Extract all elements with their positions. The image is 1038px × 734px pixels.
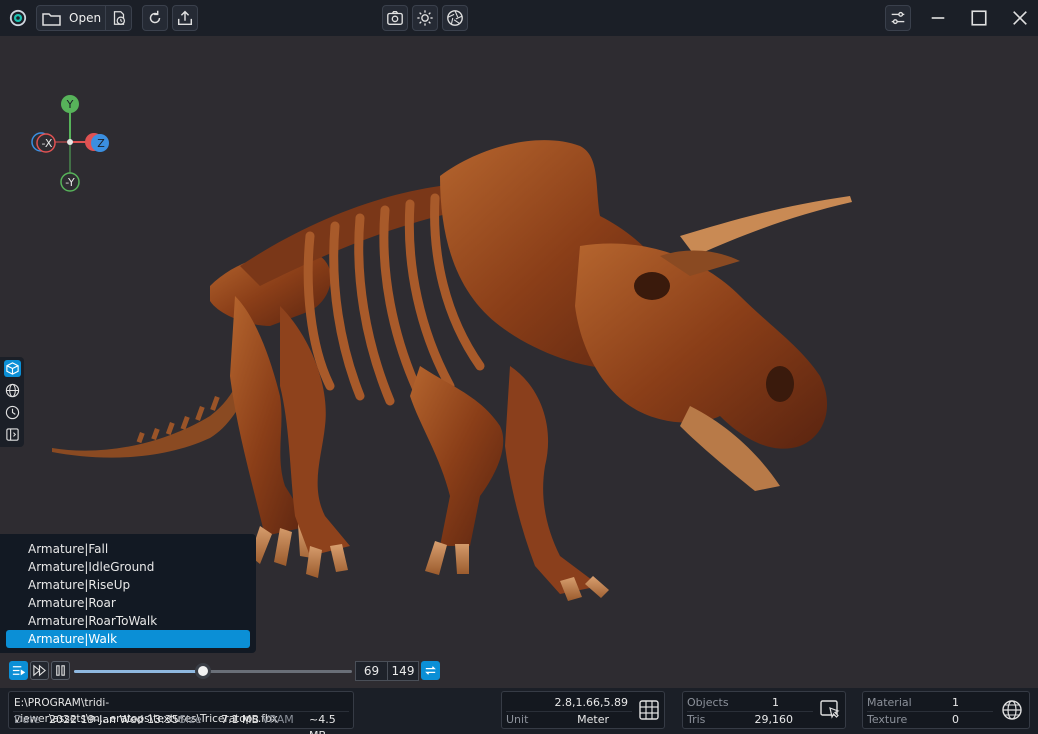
animation-item-idleground[interactable]: Armature|IdleGround — [6, 558, 250, 576]
pause-button[interactable] — [51, 661, 70, 680]
clock-button[interactable] — [4, 404, 21, 421]
aperture-button[interactable] — [442, 5, 468, 31]
aperture-icon — [447, 10, 463, 26]
total-frames: 149 — [387, 661, 419, 681]
unit-label: Unit — [506, 713, 529, 726]
unit-value: Meter — [577, 713, 609, 726]
screenshot-button[interactable] — [382, 5, 408, 31]
maximize-icon — [971, 10, 987, 26]
geometry-panel: Objects 1 Tris 29,160 — [682, 691, 846, 729]
folder-icon — [41, 9, 63, 29]
loop-icon — [425, 666, 436, 675]
texture-label: Texture — [867, 713, 908, 726]
file-info-panel: E:\PROGRAM\tridi-viewer\assets\m...erato… — [8, 691, 354, 734]
playlist-icon — [12, 666, 26, 676]
globe-icon — [5, 383, 20, 398]
animation-item-walk[interactable]: Armature|Walk — [6, 630, 250, 648]
size-label: Size — [179, 713, 202, 726]
minimize-button[interactable] — [925, 6, 951, 30]
current-frame[interactable]: 69 — [355, 661, 388, 681]
select-tool-button[interactable] — [815, 695, 845, 725]
fast-forward-button[interactable] — [30, 661, 49, 680]
pause-icon — [56, 665, 65, 676]
gizmo-y-label: Y — [66, 98, 74, 111]
loop-button[interactable] — [421, 661, 440, 680]
animation-item-riseup[interactable]: Armature|RiseUp — [6, 576, 250, 594]
open-button[interactable]: Open — [36, 5, 132, 31]
maximize-button[interactable] — [966, 6, 992, 30]
recent-files-icon[interactable] — [105, 6, 131, 30]
lighting-icon — [417, 10, 433, 26]
animation-item-fall[interactable]: Armature|Fall — [6, 540, 250, 558]
settings-button[interactable] — [885, 5, 911, 31]
select-cursor-icon — [820, 700, 840, 719]
material-value: 1 — [952, 696, 959, 709]
vram-value: ~4.5 MB — [309, 713, 336, 734]
panel-icon — [6, 428, 19, 441]
globe-button[interactable] — [4, 382, 21, 399]
material-panel: Material 1 Texture 0 — [862, 691, 1030, 729]
animation-item-roar[interactable]: Armature|Roar — [6, 594, 250, 612]
close-button[interactable] — [1007, 6, 1033, 30]
animation-list: Armature|Fall Armature|IdleGround Armatu… — [0, 534, 256, 653]
animation-item-roartowalk[interactable]: Armature|RoarToWalk — [6, 612, 250, 630]
date-value: 2022 19-Jan Wed 13:35 — [49, 713, 179, 726]
clock-icon — [5, 405, 20, 420]
cube-view-button[interactable] — [4, 360, 21, 377]
panel-button[interactable] — [4, 426, 21, 443]
material-label: Material — [867, 696, 912, 709]
grid-icon — [639, 700, 659, 720]
tris-value: 29,160 — [754, 713, 794, 726]
close-icon — [1013, 11, 1027, 25]
dimensions-value: 2.8,1.66,5.89 — [554, 696, 628, 709]
app-logo-icon[interactable] — [5, 5, 31, 31]
objects-value: 1 — [772, 696, 779, 709]
timeline-scrubber[interactable] — [194, 663, 211, 679]
open-label: Open — [69, 11, 102, 25]
3d-viewport[interactable]: Y -Y -X Z Armature|Fall Armature|IdleGro… — [0, 36, 1038, 686]
size-value: 7.1 MB — [221, 713, 260, 726]
animation-timeline: 69 149 — [0, 658, 1038, 684]
side-toolbar — [0, 357, 24, 447]
minimize-icon — [931, 17, 945, 19]
animation-list-button[interactable] — [9, 661, 28, 680]
lighting-button[interactable] — [412, 5, 438, 31]
dimensions-panel: 2.8,1.66,5.89 Unit Meter — [501, 691, 665, 729]
globe-icon — [1002, 700, 1022, 720]
reset-view-icon — [149, 10, 161, 24]
status-bar: E:\PROGRAM\tridi-viewer\assets\m...erato… — [0, 688, 1038, 734]
export-button[interactable] — [172, 5, 198, 31]
settings-icon — [891, 11, 905, 25]
vram-label: VRAM — [262, 713, 294, 726]
date-label: Date — [14, 713, 41, 726]
top-toolbar: Open — [0, 0, 1038, 36]
tris-label: Tris — [687, 713, 706, 726]
objects-label: Objects — [687, 696, 729, 709]
reset-view-button[interactable] — [142, 5, 168, 31]
timeline-progress — [74, 670, 203, 673]
texture-value: 0 — [952, 713, 959, 726]
fast-forward-icon — [33, 664, 47, 677]
screenshot-icon — [387, 11, 403, 25]
environment-button[interactable] — [997, 695, 1027, 725]
cube-view-icon — [6, 362, 19, 375]
export-icon — [177, 10, 193, 26]
grid-toggle-button[interactable] — [634, 695, 664, 725]
